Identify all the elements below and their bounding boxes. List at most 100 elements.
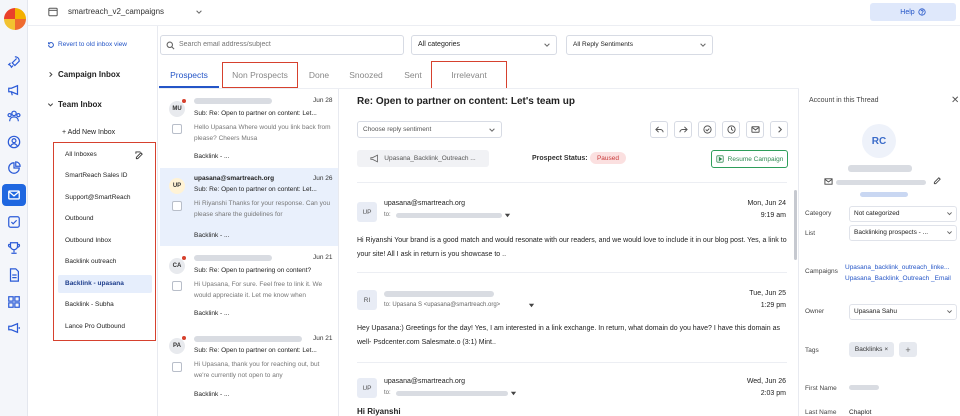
clock-icon[interactable] xyxy=(722,121,740,138)
reply-sentiment-placeholder: Choose reply sentiment xyxy=(363,126,432,133)
rocket-icon[interactable] xyxy=(4,52,24,72)
conversation-inbox-tag: Backlink - ... xyxy=(194,153,230,160)
category-filter-dropdown[interactable]: All categories xyxy=(411,35,557,55)
chevron-down-icon[interactable] xyxy=(194,7,204,17)
chevron-down-icon xyxy=(946,229,953,236)
sentiment-filter-dropdown[interactable]: All Reply Sentiments xyxy=(566,35,713,55)
chevron-right-icon[interactable] xyxy=(46,70,54,78)
inbox-item[interactable]: Backlink - Subha xyxy=(58,296,152,314)
conversation-date: Jun 21 xyxy=(313,335,333,342)
unread-dot xyxy=(182,256,186,260)
inbox-item[interactable]: Support@SmartReach xyxy=(58,189,152,207)
redacted-sender xyxy=(194,255,272,261)
tab-non-prospects[interactable]: Non Prospects xyxy=(222,62,298,88)
caret-down-icon[interactable] xyxy=(504,212,511,219)
inbox-item[interactable]: Backlink outreach xyxy=(58,253,152,271)
redacted-recipient xyxy=(396,391,508,396)
forward-icon[interactable] xyxy=(674,121,692,138)
conversation-preview: Hi Upasana, For sure. Feel free to link … xyxy=(194,281,323,299)
conversation-subject: Sub: Re: Open to partner on content: Let… xyxy=(194,186,317,193)
edit-icon[interactable] xyxy=(933,176,942,185)
tab-prospects[interactable]: Prospects xyxy=(160,64,218,86)
caret-down-icon[interactable] xyxy=(510,390,517,397)
close-icon[interactable]: × xyxy=(884,346,888,353)
message-avatar: UP xyxy=(357,378,377,398)
team-inbox-section[interactable]: Team Inbox xyxy=(58,100,102,109)
tab-snoozed[interactable]: Snoozed xyxy=(343,64,389,86)
inbox-item[interactable]: Outbound Inbox xyxy=(58,232,152,250)
inbox-item-selected[interactable]: Backlink - upasana xyxy=(58,275,152,293)
campaign-link[interactable]: Upasana_backlink_outreach_linke... xyxy=(845,264,949,271)
campaign-inbox-section[interactable]: Campaign Inbox xyxy=(58,70,120,79)
reply-icon[interactable] xyxy=(650,121,668,138)
avatar: CA xyxy=(169,258,185,274)
conversation-checkbox[interactable] xyxy=(172,362,182,372)
campaign-link[interactable]: Upasana_Backlink_Outreach _Email xyxy=(845,275,951,282)
window-icon xyxy=(47,6,59,18)
reply-sentiment-dropdown[interactable]: Choose reply sentiment xyxy=(357,121,502,138)
unread-dot xyxy=(182,99,186,103)
conversation-inbox-tag: Backlink - ... xyxy=(194,232,230,239)
tab-done[interactable]: Done xyxy=(302,64,336,86)
play-icon xyxy=(716,155,724,163)
mail-icon[interactable] xyxy=(746,121,764,138)
add-new-inbox-button[interactable]: + Add New Inbox xyxy=(62,129,115,136)
add-tag-button[interactable]: + xyxy=(899,342,917,357)
message-from: upasana@smartreach.org xyxy=(384,200,466,207)
check-circle-icon[interactable] xyxy=(698,121,716,138)
campaign-selector-label[interactable]: smartreach_v2_campaigns xyxy=(68,7,164,16)
conversation-checkbox[interactable] xyxy=(172,201,182,211)
chevron-down-icon[interactable] xyxy=(46,100,54,108)
search-box[interactable] xyxy=(160,35,404,55)
close-icon[interactable]: ✕ xyxy=(951,95,959,106)
campaigns-label: Campaigns xyxy=(805,268,838,275)
help-button-label: Help xyxy=(900,8,915,16)
tab-sent[interactable]: Sent xyxy=(396,64,430,86)
list-dropdown[interactable]: Backlinking prospects - ... xyxy=(849,225,957,241)
redacted-recipient xyxy=(396,213,502,218)
message-avatar: RI xyxy=(357,290,377,310)
help-button[interactable]: Help xyxy=(870,3,956,21)
resume-campaign-button[interactable]: Resume Campaign xyxy=(711,150,788,168)
tags-label: Tags xyxy=(805,347,819,354)
message-avatar: UP xyxy=(357,202,377,222)
team-icon[interactable] xyxy=(4,106,24,126)
inbox-item[interactable]: Outbound xyxy=(58,210,152,228)
inbox-mail-icon[interactable] xyxy=(4,185,24,205)
conversation-date: Jun 28 xyxy=(313,97,333,104)
inbox-item-label: Lance Pro Outbound xyxy=(65,323,125,330)
inbox-item[interactable]: SmartReach Sales ID xyxy=(58,167,152,185)
trophy-icon[interactable] xyxy=(4,238,24,258)
campaign-chip[interactable]: Upasana_Backlink_Outreach ... xyxy=(357,150,489,167)
document-icon[interactable] xyxy=(4,265,24,285)
owner-dropdown[interactable]: Upasana Sahu xyxy=(849,304,957,320)
tag-chip[interactable]: Backlinks × xyxy=(849,342,894,357)
revert-inbox-link[interactable]: Revert to old inbox view xyxy=(58,41,127,48)
last-name-label: Last Name xyxy=(805,409,837,416)
inbox-item[interactable]: Lance Pro Outbound xyxy=(58,318,152,336)
conversation-date: Jun 26 xyxy=(313,175,333,182)
megaphone-icon[interactable] xyxy=(4,80,24,100)
chevron-right-icon[interactable] xyxy=(770,121,788,138)
megaphone-icon xyxy=(370,154,380,163)
grid-apps-icon[interactable] xyxy=(4,292,24,312)
conversation-checkbox[interactable] xyxy=(172,124,182,134)
thread-scrollbar[interactable] xyxy=(794,190,797,260)
conversation-checkbox[interactable] xyxy=(172,281,182,291)
tab-irrelevant[interactable]: Irrelevant xyxy=(431,61,507,89)
caret-down-icon[interactable] xyxy=(528,302,535,309)
user-circle-icon[interactable] xyxy=(4,132,24,152)
smartreach-logo[interactable] xyxy=(4,8,26,30)
chevron-down-icon xyxy=(946,308,953,315)
mail-icon[interactable] xyxy=(824,177,833,186)
category-dropdown[interactable]: Not categorized xyxy=(849,206,957,222)
redacted-email xyxy=(836,180,926,185)
edit-icon[interactable] xyxy=(134,150,144,160)
megaphone-alt-icon[interactable] xyxy=(4,318,24,338)
checkbox-task-icon[interactable] xyxy=(4,212,24,232)
message-time: 2:03 pm xyxy=(760,390,786,397)
pie-chart-icon[interactable] xyxy=(4,158,24,178)
search-input[interactable] xyxy=(179,41,379,48)
message-date: Wed, Jun 26 xyxy=(746,378,786,385)
conversation-date: Jun 21 xyxy=(313,254,333,261)
